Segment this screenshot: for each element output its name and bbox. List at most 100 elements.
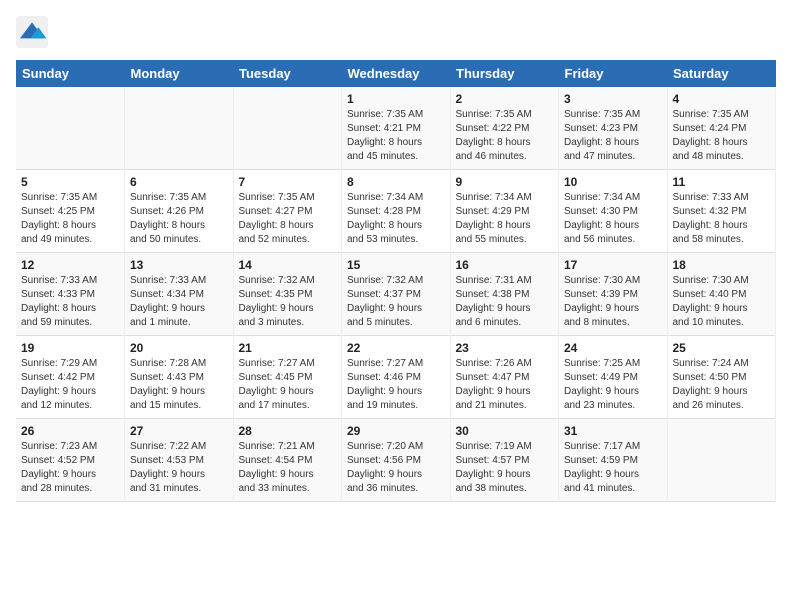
day-details: Sunrise: 7:34 AM Sunset: 4:30 PM Dayligh… — [564, 191, 662, 247]
day-details: Sunrise: 7:33 AM Sunset: 4:32 PM Dayligh… — [673, 191, 771, 247]
day-number: 13 — [130, 258, 228, 272]
calendar-body: 1Sunrise: 7:35 AM Sunset: 4:21 PM Daylig… — [16, 87, 776, 502]
header-day: Monday — [125, 60, 234, 87]
day-details: Sunrise: 7:32 AM Sunset: 4:37 PM Dayligh… — [347, 274, 445, 330]
day-number: 7 — [239, 175, 337, 189]
calendar-header: SundayMondayTuesdayWednesdayThursdayFrid… — [16, 60, 776, 87]
calendar-cell: 19 Sunrise: 7:29 AM Sunset: 4:42 PM Dayli… — [16, 336, 125, 419]
day-details: Sunrise: 7:25 AM Sunset: 4:49 PM Dayligh… — [564, 357, 662, 413]
day-details: Sunrise: 7:27 AM Sunset: 4:46 PM Dayligh… — [347, 357, 445, 413]
day-details: Sunrise: 7:35 AM Sunset: 4:24 PM Dayligh… — [673, 108, 771, 164]
calendar-cell: 31 Sunrise: 7:17 AM Sunset: 4:59 PM Dayli… — [559, 419, 668, 502]
day-details: Sunrise: 7:34 AM Sunset: 4:28 PM Dayligh… — [347, 191, 445, 247]
day-number: 26 — [21, 424, 119, 438]
calendar-week-row: 19 Sunrise: 7:29 AM Sunset: 4:42 PM Dayli… — [16, 336, 776, 419]
calendar-cell — [16, 87, 125, 170]
day-details: Sunrise: 7:23 AM Sunset: 4:52 PM Dayligh… — [21, 440, 119, 496]
day-number: 14 — [239, 258, 337, 272]
day-details: Sunrise: 7:33 AM Sunset: 4:34 PM Dayligh… — [130, 274, 228, 330]
day-number: 29 — [347, 424, 445, 438]
day-details: Sunrise: 7:21 AM Sunset: 4:54 PM Dayligh… — [239, 440, 337, 496]
day-number: 23 — [456, 341, 554, 355]
calendar-cell: 10Sunrise: 7:34 AM Sunset: 4:30 PM Dayli… — [559, 170, 668, 253]
header-day: Tuesday — [233, 60, 342, 87]
calendar-cell: 9 Sunrise: 7:34 AM Sunset: 4:29 PM Daylig… — [450, 170, 559, 253]
day-details: Sunrise: 7:35 AM Sunset: 4:25 PM Dayligh… — [21, 191, 119, 247]
calendar-cell: 8 Sunrise: 7:34 AM Sunset: 4:28 PM Daylig… — [342, 170, 451, 253]
header-day: Sunday — [16, 60, 125, 87]
day-number: 3 — [564, 92, 662, 106]
calendar-cell: 28 Sunrise: 7:21 AM Sunset: 4:54 PM Dayli… — [233, 419, 342, 502]
calendar-cell: 20Sunrise: 7:28 AM Sunset: 4:43 PM Dayli… — [125, 336, 234, 419]
day-number: 24 — [564, 341, 662, 355]
calendar-cell: 22Sunrise: 7:27 AM Sunset: 4:46 PM Dayli… — [342, 336, 451, 419]
calendar-cell: 21Sunrise: 7:27 AM Sunset: 4:45 PM Dayli… — [233, 336, 342, 419]
calendar-cell — [125, 87, 234, 170]
calendar-cell: 13 Sunrise: 7:33 AM Sunset: 4:34 PM Dayli… — [125, 253, 234, 336]
day-number: 12 — [21, 258, 119, 272]
day-number: 6 — [130, 175, 228, 189]
calendar-cell: 14 Sunrise: 7:32 AM Sunset: 4:35 PM Dayli… — [233, 253, 342, 336]
calendar-cell: 1Sunrise: 7:35 AM Sunset: 4:21 PM Daylig… — [342, 87, 451, 170]
header-day: Wednesday — [342, 60, 451, 87]
day-details: Sunrise: 7:35 AM Sunset: 4:21 PM Dayligh… — [347, 108, 445, 164]
day-details: Sunrise: 7:30 AM Sunset: 4:39 PM Dayligh… — [564, 274, 662, 330]
day-details: Sunrise: 7:17 AM Sunset: 4:59 PM Dayligh… — [564, 440, 662, 496]
calendar-cell: 2 Sunrise: 7:35 AM Sunset: 4:22 PM Daylig… — [450, 87, 559, 170]
day-number: 5 — [21, 175, 119, 189]
calendar-cell: 12Sunrise: 7:33 AM Sunset: 4:33 PM Dayli… — [16, 253, 125, 336]
header-day: Saturday — [667, 60, 776, 87]
calendar-cell: 27Sunrise: 7:22 AM Sunset: 4:53 PM Dayli… — [125, 419, 234, 502]
day-number: 9 — [456, 175, 554, 189]
day-number: 25 — [673, 341, 771, 355]
day-number: 19 — [21, 341, 119, 355]
day-number: 2 — [456, 92, 554, 106]
calendar-cell: 30 Sunrise: 7:19 AM Sunset: 4:57 PM Dayli… — [450, 419, 559, 502]
day-details: Sunrise: 7:35 AM Sunset: 4:22 PM Dayligh… — [456, 108, 554, 164]
day-details: Sunrise: 7:19 AM Sunset: 4:57 PM Dayligh… — [456, 440, 554, 496]
day-details: Sunrise: 7:35 AM Sunset: 4:27 PM Dayligh… — [239, 191, 337, 247]
day-details: Sunrise: 7:29 AM Sunset: 4:42 PM Dayligh… — [21, 357, 119, 413]
calendar-cell: 18Sunrise: 7:30 AM Sunset: 4:40 PM Dayli… — [667, 253, 776, 336]
logo — [16, 16, 54, 48]
day-number: 11 — [673, 175, 771, 189]
day-details: Sunrise: 7:35 AM Sunset: 4:26 PM Dayligh… — [130, 191, 228, 247]
calendar-cell — [667, 419, 776, 502]
day-details: Sunrise: 7:34 AM Sunset: 4:29 PM Dayligh… — [456, 191, 554, 247]
day-details: Sunrise: 7:24 AM Sunset: 4:50 PM Dayligh… — [673, 357, 771, 413]
day-number: 17 — [564, 258, 662, 272]
calendar-cell: 7 Sunrise: 7:35 AM Sunset: 4:27 PM Daylig… — [233, 170, 342, 253]
calendar-week-row: 26 Sunrise: 7:23 AM Sunset: 4:52 PM Dayli… — [16, 419, 776, 502]
calendar-cell: 15Sunrise: 7:32 AM Sunset: 4:37 PM Dayli… — [342, 253, 451, 336]
calendar-cell: 29Sunrise: 7:20 AM Sunset: 4:56 PM Dayli… — [342, 419, 451, 502]
day-details: Sunrise: 7:32 AM Sunset: 4:35 PM Dayligh… — [239, 274, 337, 330]
calendar-cell — [233, 87, 342, 170]
day-number: 27 — [130, 424, 228, 438]
calendar-cell: 3 Sunrise: 7:35 AM Sunset: 4:23 PM Daylig… — [559, 87, 668, 170]
header-day: Thursday — [450, 60, 559, 87]
calendar-cell: 6 Sunrise: 7:35 AM Sunset: 4:26 PM Daylig… — [125, 170, 234, 253]
day-number: 30 — [456, 424, 554, 438]
calendar-cell: 17 Sunrise: 7:30 AM Sunset: 4:39 PM Dayli… — [559, 253, 668, 336]
page-header — [16, 16, 776, 48]
logo-icon — [16, 16, 48, 48]
header-row: SundayMondayTuesdayWednesdayThursdayFrid… — [16, 60, 776, 87]
calendar-week-row: 5 Sunrise: 7:35 AM Sunset: 4:25 PM Daylig… — [16, 170, 776, 253]
day-number: 28 — [239, 424, 337, 438]
calendar-week-row: 1Sunrise: 7:35 AM Sunset: 4:21 PM Daylig… — [16, 87, 776, 170]
day-number: 4 — [673, 92, 771, 106]
day-details: Sunrise: 7:35 AM Sunset: 4:23 PM Dayligh… — [564, 108, 662, 164]
day-number: 8 — [347, 175, 445, 189]
calendar-cell: 4 Sunrise: 7:35 AM Sunset: 4:24 PM Daylig… — [667, 87, 776, 170]
calendar-cell: 25 Sunrise: 7:24 AM Sunset: 4:50 PM Dayli… — [667, 336, 776, 419]
day-details: Sunrise: 7:26 AM Sunset: 4:47 PM Dayligh… — [456, 357, 554, 413]
day-number: 21 — [239, 341, 337, 355]
header-day: Friday — [559, 60, 668, 87]
calendar-cell: 5 Sunrise: 7:35 AM Sunset: 4:25 PM Daylig… — [16, 170, 125, 253]
day-number: 31 — [564, 424, 662, 438]
calendar-cell: 11 Sunrise: 7:33 AM Sunset: 4:32 PM Dayli… — [667, 170, 776, 253]
calendar-cell: 23 Sunrise: 7:26 AM Sunset: 4:47 PM Dayli… — [450, 336, 559, 419]
calendar-cell: 16Sunrise: 7:31 AM Sunset: 4:38 PM Dayli… — [450, 253, 559, 336]
calendar-week-row: 12Sunrise: 7:33 AM Sunset: 4:33 PM Dayli… — [16, 253, 776, 336]
day-number: 18 — [673, 258, 771, 272]
